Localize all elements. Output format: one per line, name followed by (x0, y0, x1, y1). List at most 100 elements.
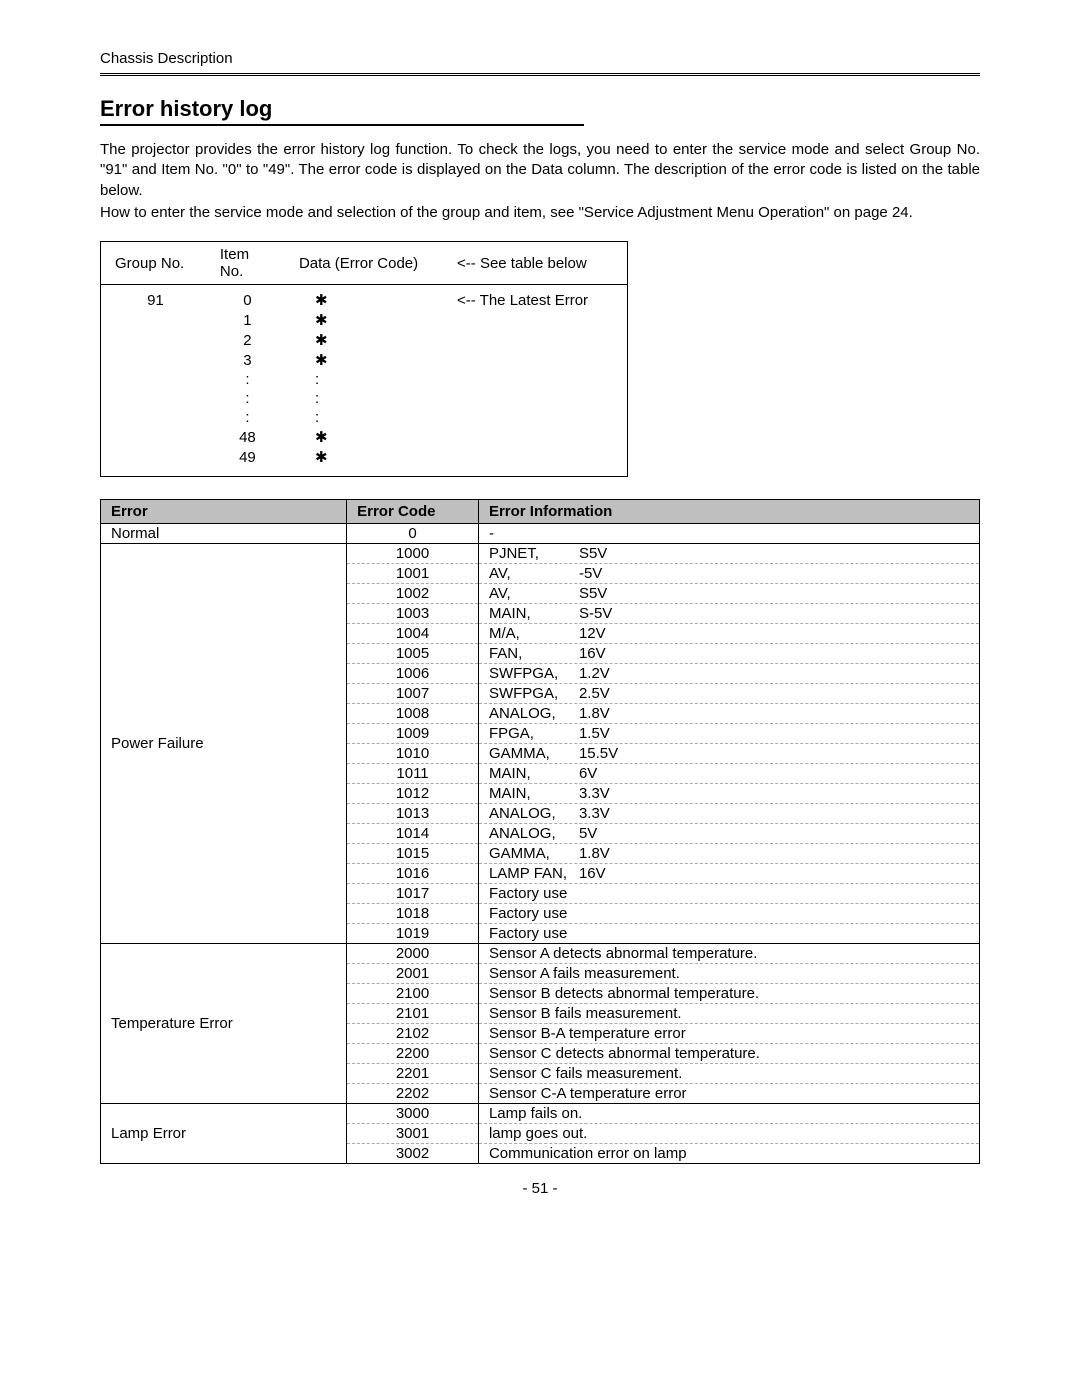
error-info-label: ANALOG, (489, 705, 579, 722)
error-info-label: AV, (489, 565, 579, 582)
error-cell-info: lamp goes out. (478, 1124, 979, 1144)
error-cell-info: ANALOG,3.3V (478, 804, 979, 824)
history-log-table: Group No. Item No. Data (Error Code) <--… (100, 241, 628, 477)
history-cell-group (101, 330, 206, 350)
history-cell-item: 1 (206, 310, 285, 330)
error-info-value: 1.8V (579, 845, 610, 862)
error-cell-info: Factory use (478, 924, 979, 944)
history-cell-group (101, 310, 206, 330)
error-cell-code: 1014 (347, 824, 479, 844)
history-cell-data: ✱ (285, 330, 443, 350)
error-header-info: Error Information (478, 500, 979, 524)
history-cell-group (101, 408, 206, 427)
error-cell-info: Sensor B fails measurement. (478, 1004, 979, 1024)
history-cell-note (443, 389, 627, 408)
history-cell-group (101, 389, 206, 408)
history-cell-item: 48 (206, 427, 285, 447)
error-cell-code: 1006 (347, 664, 479, 684)
history-cell-item: : (206, 389, 285, 408)
history-cell-note (443, 427, 627, 447)
error-info-value: -5V (579, 565, 602, 582)
table-row: Normal0- (101, 524, 980, 544)
error-cell-code: 1017 (347, 884, 479, 904)
error-cell-info: Factory use (478, 884, 979, 904)
history-cell-data: ✱ (285, 350, 443, 370)
error-info-label: FAN, (489, 645, 579, 662)
history-header-data: Data (Error Code) (285, 242, 443, 285)
error-cell-code: 2102 (347, 1024, 479, 1044)
error-cell-code: 0 (347, 524, 479, 544)
error-cell-info: GAMMA,15.5V (478, 744, 979, 764)
error-cell-info: Factory use (478, 904, 979, 924)
error-cell-code: 3000 (347, 1104, 479, 1124)
error-cell-name: Lamp Error (101, 1104, 347, 1164)
error-cell-info: MAIN,S-5V (478, 604, 979, 624)
error-cell-code: 1015 (347, 844, 479, 864)
error-cell-info: Sensor C fails measurement. (478, 1064, 979, 1084)
error-info-value: 5V (579, 825, 597, 842)
error-cell-info: GAMMA,1.8V (478, 844, 979, 864)
error-cell-code: 1008 (347, 704, 479, 724)
history-header-item: Item No. (206, 242, 285, 285)
intro-text: The projector provides the error history… (100, 140, 980, 223)
history-cell-item: : (206, 370, 285, 389)
error-cell-code: 1001 (347, 564, 479, 584)
error-cell-info: Sensor A detects abnormal temperature. (478, 944, 979, 964)
history-cell-data: ✱ (285, 427, 443, 447)
error-cell-info: MAIN,3.3V (478, 784, 979, 804)
history-cell-note (443, 330, 627, 350)
error-info-value: 3.3V (579, 805, 610, 822)
error-cell-info: PJNET,S5V (478, 544, 979, 564)
error-cell-info: FAN,16V (478, 644, 979, 664)
history-cell-note (443, 350, 627, 370)
error-info-value: 2.5V (579, 685, 610, 702)
history-header-group: Group No. (101, 242, 206, 285)
error-cell-code: 3002 (347, 1144, 479, 1164)
error-cell-info: SWFPGA,2.5V (478, 684, 979, 704)
history-cell-group (101, 370, 206, 389)
header-rule (100, 73, 980, 76)
history-cell-note (443, 447, 627, 477)
error-cell-info: Sensor C-A temperature error (478, 1084, 979, 1104)
error-cell-code: 2100 (347, 984, 479, 1004)
history-cell-data: ✱ (285, 447, 443, 477)
error-cell-code: 1013 (347, 804, 479, 824)
error-header-error: Error (101, 500, 347, 524)
error-info-label: MAIN, (489, 785, 579, 802)
error-info-value: 16V (579, 865, 606, 882)
history-cell-item: : (206, 408, 285, 427)
error-cell-code: 2000 (347, 944, 479, 964)
history-cell-item: 49 (206, 447, 285, 477)
history-cell-group (101, 350, 206, 370)
error-info-label: MAIN, (489, 605, 579, 622)
error-info-label: SWFPGA, (489, 685, 579, 702)
error-cell-code: 1002 (347, 584, 479, 604)
history-cell-note (443, 408, 627, 427)
error-info-value: 16V (579, 645, 606, 662)
error-info-value: S5V (579, 545, 607, 562)
error-cell-code: 1004 (347, 624, 479, 644)
history-cell-note: <-- The Latest Error (443, 285, 627, 311)
error-cell-info: Sensor C detects abnormal temperature. (478, 1044, 979, 1064)
error-cell-info: Sensor B-A temperature error (478, 1024, 979, 1044)
error-header-code: Error Code (347, 500, 479, 524)
error-cell-code: 2101 (347, 1004, 479, 1024)
error-cell-info: AV,-5V (478, 564, 979, 584)
error-cell-info: ANALOG,1.8V (478, 704, 979, 724)
error-cell-info: Lamp fails on. (478, 1104, 979, 1124)
error-cell-info: Communication error on lamp (478, 1144, 979, 1164)
intro-paragraph-1: The projector provides the error history… (100, 140, 980, 201)
error-cell-code: 2202 (347, 1084, 479, 1104)
error-cell-info: MAIN,6V (478, 764, 979, 784)
error-cell-code: 3001 (347, 1124, 479, 1144)
error-cell-info: SWFPGA,1.2V (478, 664, 979, 684)
history-cell-note (443, 310, 627, 330)
error-info-label: ANALOG, (489, 825, 579, 842)
error-cell-code: 1012 (347, 784, 479, 804)
error-cell-code: 1009 (347, 724, 479, 744)
page-title: Error history log (100, 96, 584, 126)
table-row: Lamp Error3000Lamp fails on. (101, 1104, 980, 1124)
error-cell-info: - (478, 524, 979, 544)
error-cell-name: Power Failure (101, 544, 347, 944)
breadcrumb: Chassis Description (100, 50, 980, 67)
